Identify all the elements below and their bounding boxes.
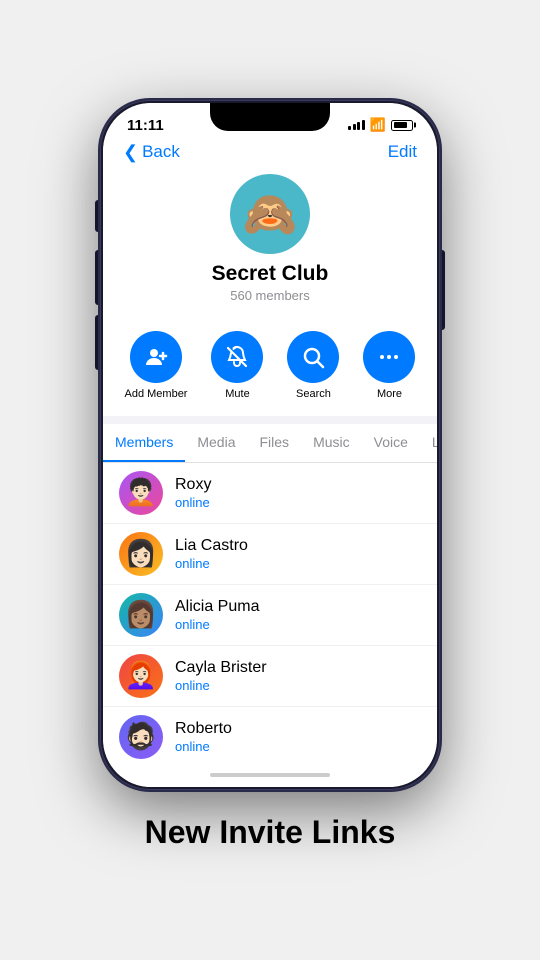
member-avatar: 🧑🏻‍🦱 <box>119 471 163 515</box>
tab-media[interactable]: Media <box>185 424 247 462</box>
list-item[interactable]: 🧔🏻 Roberto online <box>103 707 437 767</box>
member-avatar: 👩🏻 <box>119 532 163 576</box>
member-info: Cayla Brister online <box>175 659 267 693</box>
section-divider <box>103 416 437 424</box>
list-item[interactable]: 🧑🏻‍🦱 Roxy online <box>103 463 437 524</box>
add-member-label: Add Member <box>125 388 188 400</box>
search-icon <box>287 331 339 383</box>
home-indicator <box>103 767 437 787</box>
notch <box>210 103 330 131</box>
phone-inner: 11:11 📶 <box>103 103 437 787</box>
member-info: Alicia Puma online <box>175 598 259 632</box>
member-info: Roberto online <box>175 720 232 754</box>
back-label: Back <box>142 142 180 162</box>
member-status: online <box>175 617 259 632</box>
member-avatar: 🧔🏻 <box>119 715 163 759</box>
phone-wrapper: 11:11 📶 <box>100 100 440 790</box>
back-button[interactable]: ❮ Back <box>123 142 180 162</box>
group-emoji: 🙈 <box>243 188 298 240</box>
tab-links[interactable]: Lin… <box>420 424 437 462</box>
member-info: Roxy online <box>175 476 211 510</box>
more-action-button[interactable]: More <box>363 331 415 400</box>
member-name: Roberto <box>175 720 232 738</box>
member-name: Cayla Brister <box>175 659 267 677</box>
volume-down-button <box>95 315 99 370</box>
signal-icon <box>348 120 365 130</box>
nav-bar: ❮ Back Edit <box>103 138 437 170</box>
member-status: online <box>175 556 248 571</box>
member-status: online <box>175 739 232 754</box>
battery-fill <box>394 122 408 128</box>
member-avatar: 👩🏽 <box>119 593 163 637</box>
member-status: online <box>175 678 267 693</box>
profile-section: 🙈 Secret Club 560 members <box>103 170 437 319</box>
group-name: Secret Club <box>212 262 329 286</box>
add-member-button[interactable]: Add Member <box>125 331 188 400</box>
search-label: Search <box>296 388 331 400</box>
mute-action-button[interactable]: Mute <box>211 331 263 400</box>
member-name: Lia Castro <box>175 537 248 555</box>
volume-up-button <box>95 250 99 305</box>
page-title: New Invite Links <box>0 790 540 881</box>
home-bar <box>210 773 330 777</box>
mute-icon <box>211 331 263 383</box>
list-item[interactable]: 👩🏻 Lia Castro online <box>103 524 437 585</box>
phone-frame: 11:11 📶 <box>100 100 440 790</box>
tab-music[interactable]: Music <box>301 424 362 462</box>
tabs-bar: Members Media Files Music Voice Lin… <box>103 424 437 463</box>
screen: 11:11 📶 <box>103 103 437 787</box>
add-member-icon <box>130 331 182 383</box>
mute-label: Mute <box>225 388 249 400</box>
member-avatar: 👩🏻‍🦰 <box>119 654 163 698</box>
wifi-icon: 📶 <box>370 117 386 133</box>
action-buttons: Add Member Mute <box>103 319 437 416</box>
member-status: online <box>175 495 211 510</box>
tab-files[interactable]: Files <box>248 424 302 462</box>
group-avatar: 🙈 <box>230 174 310 254</box>
tab-voice[interactable]: Voice <box>362 424 420 462</box>
member-name: Roxy <box>175 476 211 494</box>
battery-icon <box>391 120 413 131</box>
members-list: 🧑🏻‍🦱 Roxy online 👩🏻 Lia Castro online 👩🏽… <box>103 463 437 767</box>
mute-button <box>95 200 99 232</box>
status-icons: 📶 <box>348 117 413 133</box>
edit-button[interactable]: Edit <box>388 142 417 162</box>
member-name: Alicia Puma <box>175 598 259 616</box>
search-action-button[interactable]: Search <box>287 331 339 400</box>
back-chevron-icon: ❮ <box>123 143 138 161</box>
list-item[interactable]: 👩🏽 Alicia Puma online <box>103 585 437 646</box>
member-count: 560 members <box>230 288 309 303</box>
member-info: Lia Castro online <box>175 537 248 571</box>
more-icon <box>363 331 415 383</box>
more-label: More <box>377 388 402 400</box>
power-button <box>441 250 445 330</box>
tab-members[interactable]: Members <box>103 424 185 462</box>
status-time: 11:11 <box>127 117 164 134</box>
list-item[interactable]: 👩🏻‍🦰 Cayla Brister online <box>103 646 437 707</box>
